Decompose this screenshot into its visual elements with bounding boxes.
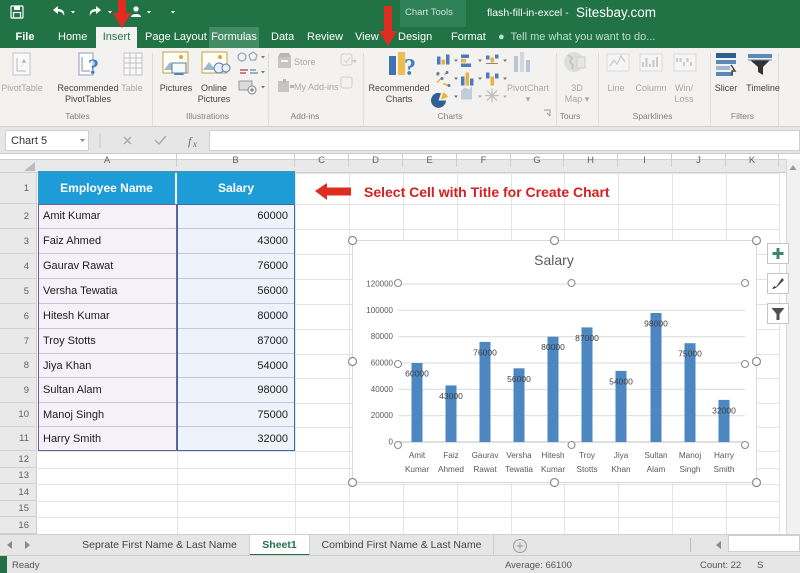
svg-text:80000: 80000 <box>541 342 565 352</box>
svg-text:75000: 75000 <box>678 349 702 359</box>
svg-text:Troy: Troy <box>579 451 596 460</box>
svg-text:Gaurav: Gaurav <box>472 451 500 460</box>
svg-text:Alam: Alam <box>647 465 666 474</box>
svg-text:Versha: Versha <box>506 451 532 460</box>
svg-text:Khan: Khan <box>611 465 631 474</box>
svg-text:?: ? <box>404 55 416 81</box>
svg-text:80000: 80000 <box>371 332 394 341</box>
svg-text:Ahmed: Ahmed <box>438 465 464 474</box>
svg-text:Singh: Singh <box>680 465 701 474</box>
svg-text:Salary: Salary <box>534 252 574 268</box>
svg-text:Kumar: Kumar <box>405 465 429 474</box>
svg-text:Tewatia: Tewatia <box>505 465 533 474</box>
svg-text:Rawat: Rawat <box>473 465 497 474</box>
svg-text:54000: 54000 <box>609 376 633 386</box>
svg-text:Manoj: Manoj <box>679 451 701 460</box>
svg-text:120000: 120000 <box>366 280 393 289</box>
svg-text:56000: 56000 <box>507 374 531 384</box>
svg-text:87000: 87000 <box>575 333 599 343</box>
svg-text:32000: 32000 <box>712 405 736 415</box>
svg-text:0: 0 <box>389 438 394 447</box>
svg-text:Sultan: Sultan <box>644 451 668 460</box>
svg-text:x: x <box>192 139 197 149</box>
svg-text:Hitesh: Hitesh <box>541 451 565 460</box>
svg-text:20000: 20000 <box>371 411 394 420</box>
svg-text:40000: 40000 <box>371 385 394 394</box>
svg-text:Jiya: Jiya <box>614 451 629 460</box>
svg-text:76000: 76000 <box>473 347 497 357</box>
svg-text:Smith: Smith <box>714 465 735 474</box>
svg-text:Stotts: Stotts <box>577 465 598 474</box>
svg-text:43000: 43000 <box>439 391 463 401</box>
svg-text:Harry: Harry <box>714 451 735 460</box>
svg-text:60000: 60000 <box>405 369 429 379</box>
svg-text:?: ? <box>88 54 99 79</box>
svg-text:Kumar: Kumar <box>541 465 565 474</box>
svg-text:98000: 98000 <box>644 319 668 329</box>
svg-text:Amit: Amit <box>409 451 426 460</box>
svg-text:100000: 100000 <box>366 306 393 315</box>
svg-text:Faiz: Faiz <box>443 451 458 460</box>
svg-text:60000: 60000 <box>371 359 394 368</box>
